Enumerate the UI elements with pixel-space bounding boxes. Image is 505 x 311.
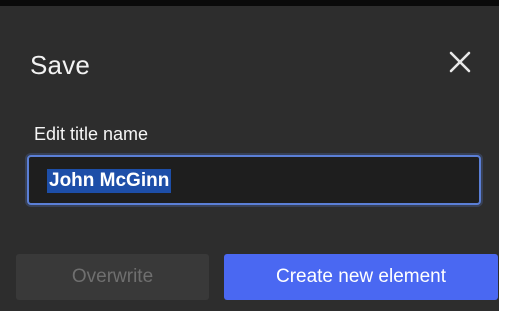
title-name-value[interactable]: John McGinn [47, 169, 172, 193]
create-new-element-button[interactable]: Create new element [224, 254, 498, 300]
top-border [0, 0, 505, 6]
save-dialog: Save Edit title name John McGinn Overwri… [0, 0, 505, 311]
dialog-title: Save [30, 50, 91, 80]
overwrite-button[interactable]: Overwrite [16, 254, 209, 300]
close-button[interactable] [446, 48, 474, 76]
right-border [499, 0, 505, 311]
close-icon [449, 51, 471, 73]
title-name-label: Edit title name [34, 124, 149, 144]
title-name-input[interactable]: John McGinn [27, 155, 481, 205]
